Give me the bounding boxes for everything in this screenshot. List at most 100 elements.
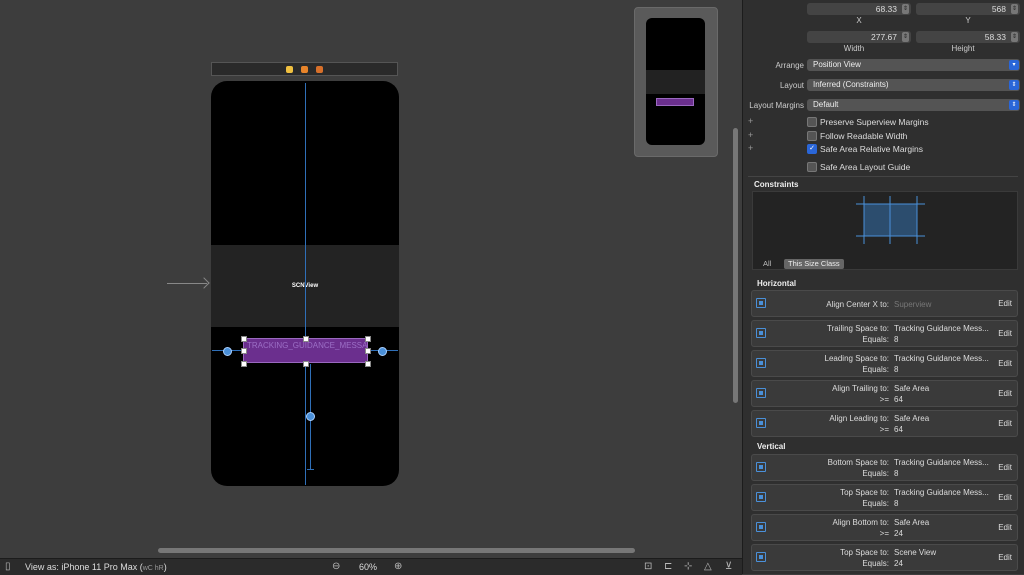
resize-handle-tr[interactable] — [365, 336, 371, 342]
constraint-target: Tracking Guidance Mess... — [894, 458, 989, 467]
constraint-target: Tracking Guidance Mess... — [894, 354, 989, 363]
update-frames-icon[interactable]: ⊡ — [644, 561, 652, 572]
align-icon[interactable]: ⊏ — [664, 561, 672, 572]
constraint-row[interactable]: Top Space to: Tracking Guidance Mess... … — [751, 484, 1018, 511]
resize-handle-br[interactable] — [365, 361, 371, 367]
edit-button[interactable]: Edit — [998, 493, 1012, 502]
resize-handle-t[interactable] — [303, 336, 309, 342]
safe-area-margins-checkbox[interactable]: ✓ — [807, 144, 817, 154]
constraint-target: Safe Area — [894, 414, 930, 423]
canvas-bottom-bar: ▯ View as: iPhone 11 Pro Max (wC hR) ⊖ 6… — [0, 558, 742, 575]
resize-handle-bl[interactable] — [241, 361, 247, 367]
tracking-label-text: TRACKING_GUIDANCE_MESSAG — [247, 341, 368, 350]
top-space-icon — [756, 492, 766, 502]
add-variation-icon[interactable]: + — [748, 116, 753, 126]
constraint-row[interactable]: Bottom Space to: Tracking Guidance Mess.… — [751, 454, 1018, 481]
safe-area-margins-label: Safe Area Relative Margins — [820, 144, 923, 154]
constraint-relation: >= — [879, 395, 889, 404]
height-stepper[interactable]: ⇕ — [1011, 32, 1018, 42]
edit-button[interactable]: Edit — [998, 553, 1012, 562]
resize-handle-tl[interactable] — [241, 336, 247, 342]
constraint-relation: Equals: — [862, 335, 889, 344]
constraint-title: Trailing Space to: — [827, 324, 889, 333]
readable-width-label: Follow Readable Width — [820, 131, 908, 141]
vertical-scrollbar[interactable] — [733, 128, 738, 403]
arrange-label: Arrange — [775, 61, 804, 70]
edit-button[interactable]: Edit — [998, 463, 1012, 472]
resize-handle-r[interactable] — [365, 348, 371, 354]
constraint-relation: >= — [879, 425, 889, 434]
first-responder-icon[interactable] — [301, 65, 308, 73]
width-stepper[interactable]: ⇕ — [902, 32, 909, 42]
add-variation-icon[interactable]: + — [748, 143, 753, 153]
chevron-updown-icon: ⇕ — [1009, 80, 1019, 90]
align-trailing-icon — [756, 388, 766, 398]
resize-handle-b[interactable] — [303, 361, 309, 367]
zoom-in-icon[interactable]: ⊕ — [394, 561, 402, 572]
view-controller-icon[interactable] — [286, 65, 293, 73]
x-field[interactable]: 68.33 ⇕ — [807, 3, 911, 15]
height-field[interactable]: 58.33 ⇕ — [916, 31, 1020, 43]
embed-in-icon[interactable]: ⊻ — [725, 561, 732, 572]
y-stepper[interactable]: ⇕ — [1011, 4, 1018, 14]
edit-button[interactable]: Edit — [998, 389, 1012, 398]
resolve-issues-icon[interactable]: △ — [704, 561, 712, 572]
safe-area-guide-checkbox[interactable] — [807, 162, 817, 172]
edit-button[interactable]: Edit — [998, 419, 1012, 428]
scene-dock[interactable] — [211, 62, 398, 76]
constraint-row[interactable]: Align Center X to: Superview Edit — [751, 290, 1018, 317]
arrange-popup[interactable]: Position View ▾ — [807, 59, 1020, 71]
exit-icon[interactable] — [316, 65, 323, 73]
constraints-title: Constraints — [754, 180, 799, 189]
preserve-margins-checkbox[interactable] — [807, 117, 817, 127]
constraint-target: Safe Area — [894, 518, 930, 527]
entry-point-arrow[interactable] — [167, 283, 207, 284]
layout-popup[interactable]: Inferred (Constraints) ⇕ — [807, 79, 1020, 91]
constraint-title: Bottom Space to: — [827, 458, 889, 467]
constraint-constant: 8 — [894, 365, 899, 374]
constraint-target: Scene View — [894, 548, 937, 557]
constraint-title: Leading Space to: — [824, 354, 890, 363]
edit-button[interactable]: Edit — [998, 329, 1012, 338]
sidebar-toggle-icon[interactable]: ▯ — [5, 561, 11, 572]
storyboard-canvas[interactable]: SCNView TRACKING_GUIDANCE_MESSAG — [0, 0, 740, 558]
leading-anchor[interactable] — [223, 347, 232, 356]
segment-this-size-class[interactable]: This Size Class — [784, 259, 844, 269]
constraint-relation: Equals: — [862, 559, 889, 568]
minimap[interactable] — [634, 7, 718, 157]
view-as-label[interactable]: View as: iPhone 11 Pro Max (wC hR) — [25, 562, 167, 572]
view-as-close: ) — [163, 562, 167, 572]
resize-handle-l[interactable] — [241, 348, 247, 354]
segment-all[interactable]: All — [759, 259, 775, 269]
y-field[interactable]: 568 ⇕ — [916, 3, 1020, 15]
width-field[interactable]: 277.67 ⇕ — [807, 31, 911, 43]
constraint-row[interactable]: Top Space to: Scene View Equals: 24 Edit — [751, 544, 1018, 571]
constraint-row[interactable]: Align Leading to: Safe Area >= 64 Edit — [751, 410, 1018, 437]
height-value: 58.33 — [984, 32, 1006, 42]
constraint-row[interactable]: Leading Space to: Tracking Guidance Mess… — [751, 350, 1018, 377]
size-class-traits: wC hR — [142, 565, 164, 572]
constraint-row[interactable]: Trailing Space to: Tracking Guidance Mes… — [751, 320, 1018, 347]
trailing-anchor[interactable] — [378, 347, 387, 356]
edit-button[interactable]: Edit — [998, 523, 1012, 532]
zoom-level: 60% — [359, 562, 378, 572]
x-stepper[interactable]: ⇕ — [902, 4, 909, 14]
horizontal-scrollbar[interactable] — [158, 548, 635, 553]
constraint-relation: >= — [879, 529, 889, 538]
edit-button[interactable]: Edit — [998, 359, 1012, 368]
center-x-constraint-icon — [756, 298, 766, 308]
preserve-margins-label: Preserve Superview Margins — [820, 117, 929, 127]
top-space-scene-icon — [756, 552, 766, 562]
zoom-out-icon[interactable]: ⊖ — [332, 561, 340, 572]
constraint-row[interactable]: Align Bottom to: Safe Area >= 24 Edit — [751, 514, 1018, 541]
edit-button[interactable]: Edit — [998, 299, 1012, 308]
constraint-constant: 24 — [894, 529, 903, 538]
constraints-diagram[interactable]: All This Size Class — [752, 191, 1018, 270]
bottom-anchor[interactable] — [306, 412, 315, 421]
layout-margins-popup[interactable]: Default ⇕ — [807, 99, 1020, 111]
readable-width-checkbox[interactable] — [807, 131, 817, 141]
add-constraints-icon[interactable]: ⊹ — [684, 561, 692, 572]
constraint-row[interactable]: Align Trailing to: Safe Area >= 64 Edit — [751, 380, 1018, 407]
width-label: Width — [843, 44, 865, 53]
add-variation-icon[interactable]: + — [748, 130, 753, 140]
